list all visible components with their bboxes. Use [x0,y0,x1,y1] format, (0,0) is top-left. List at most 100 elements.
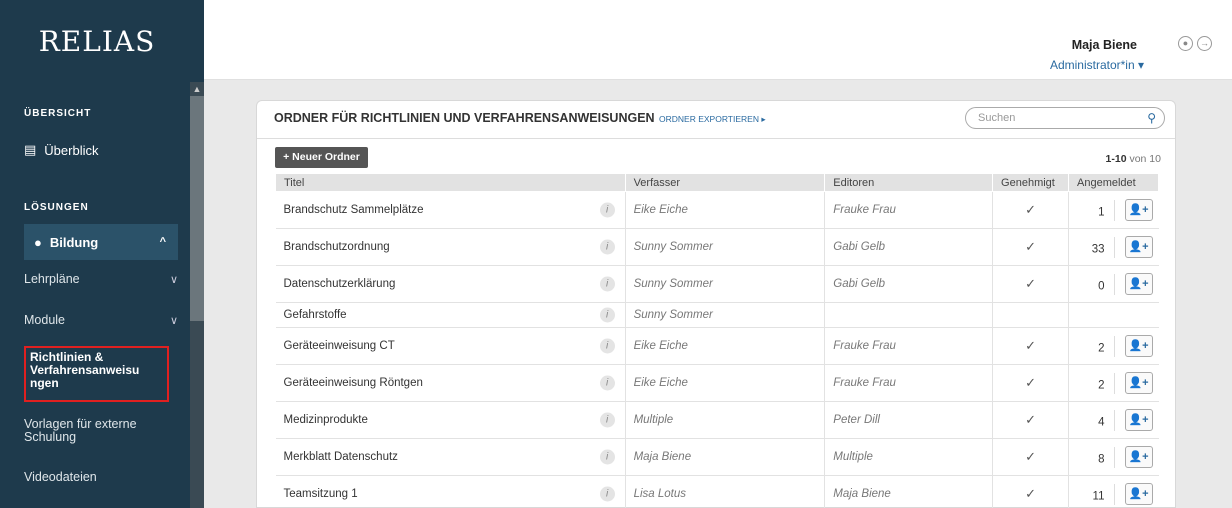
info-icon[interactable]: i [599,276,615,292]
row-title-cell[interactable]: Medizinprodukte i [275,401,626,439]
enroll-user-button[interactable]: 👤+ [1124,409,1153,431]
row-title[interactable]: Brandschutzordnung [284,241,390,253]
row-approved-check [992,302,1069,328]
row-title[interactable]: Medizinprodukte [284,414,368,426]
enroll-user-button[interactable]: 👤+ [1124,483,1153,505]
column-header-approved[interactable]: Genehmigt [992,173,1070,192]
scroll-up-icon[interactable]: ▲ [190,82,204,96]
row-approved-check: ✓ [992,265,1069,303]
table-row[interactable]: Geräteeinweisung CT i Eike Eiche Frauke Fra… [275,327,1159,365]
info-icon[interactable]: i [599,307,615,323]
sidebar-item-lehrplaene[interactable]: Lehrpläne ∨ [24,272,178,286]
sidebar-scroll-thumb[interactable] [190,96,204,321]
row-editors: Multiple [824,438,993,476]
sidebar-item-overview[interactable]: ▤ Überblick [24,142,98,158]
registered-count: 1 [1098,206,1105,219]
row-title[interactable]: Geräteeinweisung CT [284,340,395,352]
search-icon[interactable]: ⚲ [1147,108,1156,128]
enroll-user-button[interactable]: 👤+ [1124,236,1153,258]
row-title[interactable]: Teamsitzung 1 [284,488,358,500]
user-circle-icon[interactable]: ● [1178,36,1193,51]
role-dropdown[interactable]: Administrator*in ▾ [1050,58,1144,72]
sidebar-item-vorlagen[interactable]: Vorlagen für externe Schulung [24,418,178,444]
enroll-user-button[interactable]: 👤+ [1124,273,1153,295]
new-folder-button[interactable]: + Neuer Ordner [275,147,368,168]
row-title-cell[interactable]: Brandschutz Sammelplätze i [275,191,626,229]
row-approved-check: ✓ [992,438,1069,476]
header: Maja Biene Administrator*in ▾ ● → [204,0,1232,80]
row-author: Sunny Sommer [624,265,825,303]
sidebar-item-bildung[interactable]: ● Bildung ^ [24,224,178,260]
row-registered-cell: 2 👤+ [1068,364,1159,402]
row-title-cell[interactable]: Merkblatt Datenschutz i [275,438,626,476]
sidebar-item-label: Lehrpläne [24,272,80,286]
info-icon[interactable]: i [599,412,615,428]
row-title-cell[interactable]: Teamsitzung 1 i [275,475,626,508]
column-header-editors[interactable]: Editoren [824,173,994,192]
sidebar-item-label: Richtlinien & Verfahrensanweisu ngen [30,350,140,390]
sidebar-item-videodateien[interactable]: Videodateien [24,470,178,484]
pagination-count: 1-10 von 10 [1106,153,1161,165]
info-icon[interactable]: i [599,375,615,391]
info-icon[interactable]: i [599,449,615,465]
divider [1113,274,1115,295]
row-title[interactable]: Brandschutz Sammelplätze [284,204,424,216]
registered-count: 11 [1092,490,1105,503]
row-registered-cell: 2 👤+ [1068,327,1159,365]
row-editors: Frauke Frau [824,364,993,402]
table-row[interactable]: Brandschutz Sammelplätze i Eike Eiche Frauk… [275,191,1159,229]
row-title[interactable]: Merkblatt Datenschutz [284,451,398,463]
info-icon[interactable]: i [599,486,615,502]
enroll-user-button[interactable]: 👤+ [1124,335,1153,357]
row-title-cell[interactable]: Geräteeinweisung CT i [275,327,626,365]
count-range: 1-10 [1105,153,1127,165]
table-row[interactable]: Gefahrstoffe i Sunny Sommer [275,302,1159,328]
table-row[interactable]: Geräteeinweisung Röntgen i Eike Eiche Frauk… [275,364,1159,402]
row-title-cell[interactable]: Brandschutzordnung i [275,228,626,266]
row-author: Lisa Lotus [624,475,825,508]
row-approved-check: ✓ [992,364,1069,402]
row-registered-cell: 4 👤+ [1068,401,1159,439]
enroll-user-button[interactable]: 👤+ [1124,446,1153,468]
row-title[interactable]: Datenschutzerklärung [284,278,396,290]
row-title[interactable]: Gefahrstoffe [284,309,347,321]
column-header-author[interactable]: Verfasser [624,173,826,192]
column-header-title[interactable]: Titel [275,173,626,192]
enroll-user-button[interactable]: 👤+ [1124,372,1153,394]
panel-header: ORDNER FÜR RICHTLINIEN UND VERFAHRENSANW… [257,101,1175,139]
row-title[interactable]: Geräteeinweisung Röntgen [284,377,423,389]
divider [1113,336,1115,357]
table-row[interactable]: Teamsitzung 1 i Lisa Lotus Maja Biene ✓ 11 👤+ [275,475,1159,508]
row-title-cell[interactable]: Gefahrstoffe i [275,302,626,328]
lightbulb-icon: ● [34,234,42,250]
row-editors: Maja Biene [824,475,993,508]
info-icon[interactable]: i [599,239,615,255]
divider [1113,410,1115,431]
export-folders-link[interactable]: ORDNER EXPORTIEREN ▸ [659,114,766,125]
logo-area: RELIAS [0,0,204,82]
table-row[interactable]: Medizinprodukte i Multiple Peter Dill ✓ 4 👤+ [275,401,1159,439]
row-author: Eike Eiche [624,191,825,229]
table-row[interactable]: Merkblatt Datenschutz i Maja Biene Multiple… [275,438,1159,476]
dashboard-icon: ▤ [24,142,37,157]
registered-count: 33 [1091,243,1105,256]
sidebar-item-module[interactable]: Module ∨ [24,313,178,327]
logout-icon[interactable]: → [1197,36,1212,51]
sidebar-item-richtlinien[interactable]: Richtlinien & Verfahrensanweisu ngen [24,346,169,402]
row-registered-cell [1068,302,1159,328]
search-input[interactable]: Suchen ⚲ [965,107,1165,129]
enroll-user-button[interactable]: 👤+ [1124,199,1153,221]
row-editors [824,302,993,328]
info-icon[interactable]: i [599,338,615,354]
relias-logo[interactable]: RELIAS [39,25,166,58]
info-icon[interactable]: i [599,202,615,218]
divider [1113,237,1115,258]
row-title-cell[interactable]: Geräteeinweisung Röntgen i [275,364,626,402]
registered-count: 4 [1098,416,1105,429]
row-registered-cell: 33 👤+ [1068,228,1159,266]
user-name: Maja Biene [1071,38,1137,52]
table-row[interactable]: Datenschutzerklärung i Sunny Sommer Gabi Ge… [275,265,1159,303]
table-row[interactable]: Brandschutzordnung i Sunny Sommer Gabi Gelb… [275,228,1159,266]
row-title-cell[interactable]: Datenschutzerklärung i [275,265,626,303]
column-header-registered[interactable]: Angemeldet [1068,173,1159,192]
